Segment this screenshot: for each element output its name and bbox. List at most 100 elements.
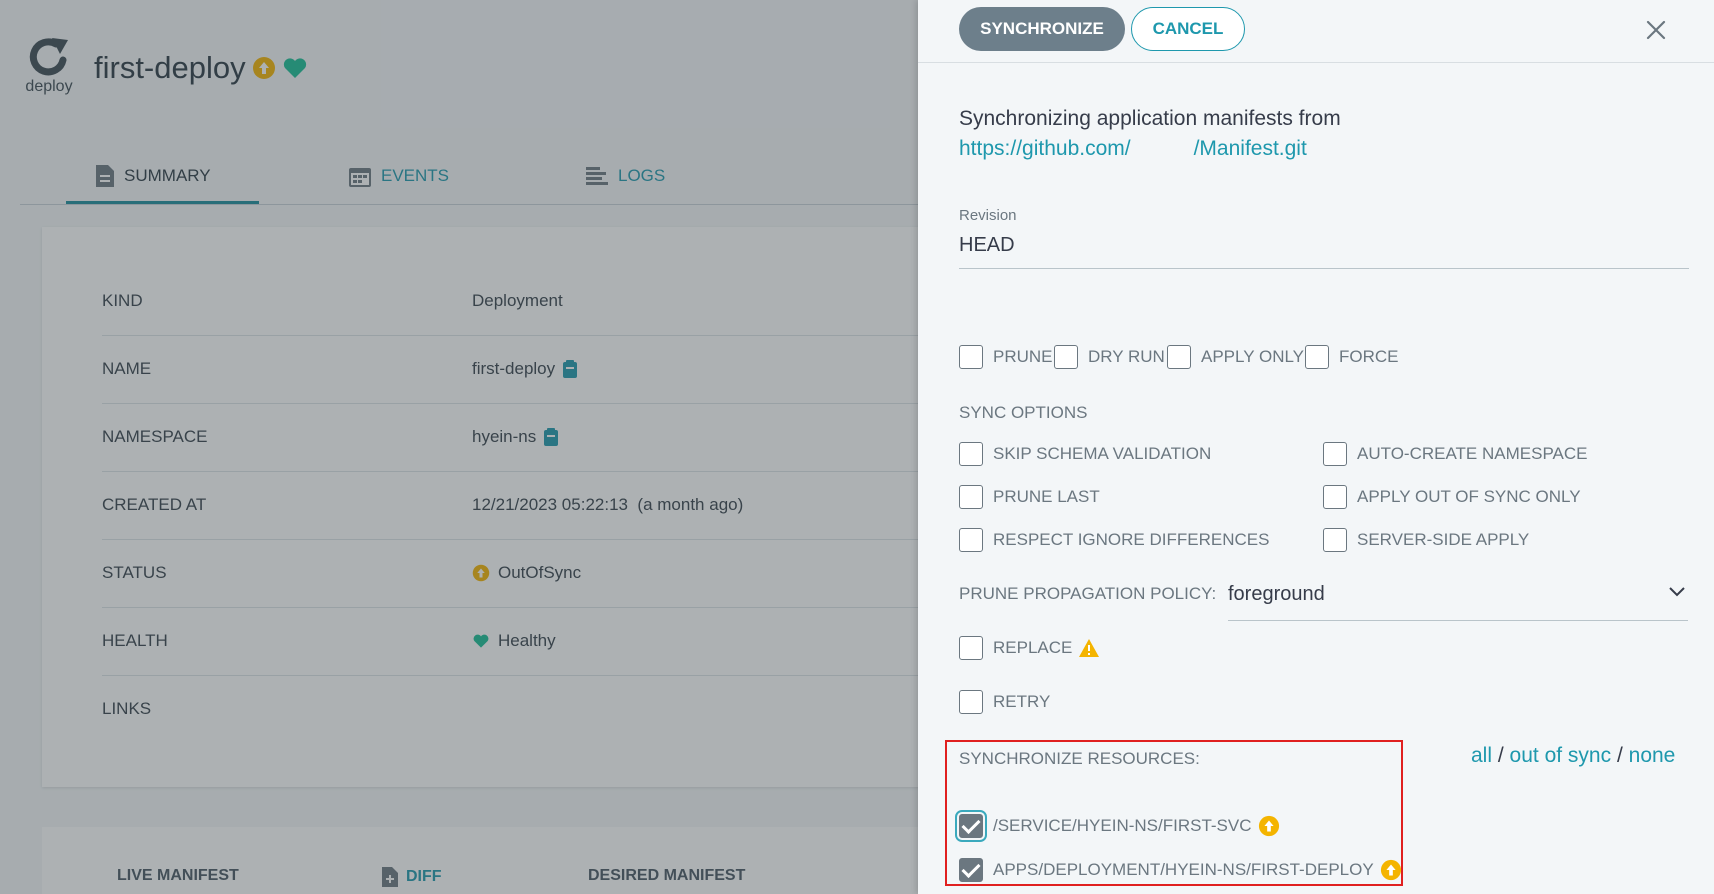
revision-value: HEAD bbox=[959, 234, 1015, 256]
warning-icon bbox=[1079, 639, 1100, 657]
sync-option-respect-ignore-differences[interactable]: RESPECT IGNORE DIFFERENCES bbox=[959, 528, 1269, 552]
tab-label: DIFF bbox=[406, 868, 442, 885]
row-key: LINKS bbox=[102, 699, 152, 718]
row-value: hyein-ns bbox=[472, 427, 537, 446]
apply-only-checkbox[interactable] bbox=[1167, 345, 1191, 369]
row-value: first-deploy bbox=[472, 359, 556, 378]
option-label: APPLY ONLY bbox=[1201, 347, 1304, 366]
sync-options-heading: SYNC OPTIONS bbox=[959, 403, 1088, 422]
option-label: SKIP SCHEMA VALIDATION bbox=[993, 444, 1212, 463]
force-checkbox[interactable] bbox=[1305, 345, 1329, 369]
sync-intro-text: Synchronizing application manifests from bbox=[959, 107, 1341, 130]
summary-row-health: HEALTH Healthy bbox=[102, 607, 918, 676]
checkbox[interactable] bbox=[1323, 485, 1347, 509]
sync-option-auto-create-namespace[interactable]: AUTO-CREATE NAMESPACE bbox=[1323, 442, 1587, 466]
tab-events[interactable]: EVENTS bbox=[349, 150, 449, 202]
option-label: PRUNE bbox=[993, 347, 1053, 366]
row-key: KIND bbox=[102, 291, 143, 310]
synchronize-button[interactable]: SYNCHRONIZE bbox=[959, 7, 1125, 51]
out-of-sync-icon bbox=[472, 564, 490, 582]
summary-row-name: NAME first-deploy bbox=[102, 335, 918, 404]
clipboard-icon[interactable] bbox=[544, 428, 559, 446]
prune-checkbox[interactable] bbox=[959, 345, 983, 369]
repo-url-line: https://github.com/ /Manifest.git bbox=[959, 137, 1307, 161]
tab-logs[interactable]: LOGS bbox=[586, 150, 665, 202]
row-key: CREATED AT bbox=[102, 495, 207, 514]
sync-option-server-side-apply[interactable]: SERVER-SIDE APPLY bbox=[1323, 528, 1529, 552]
out-of-sync-icon bbox=[1380, 859, 1401, 881]
row-key: STATUS bbox=[102, 563, 167, 582]
separator: / bbox=[1497, 744, 1504, 767]
option-dry-run[interactable]: DRY RUN bbox=[1054, 345, 1165, 369]
revision-label: Revision bbox=[959, 207, 1017, 224]
select-out-of-sync-link[interactable]: out of sync bbox=[1510, 744, 1612, 767]
select-all-link[interactable]: all bbox=[1471, 744, 1492, 767]
tab-summary[interactable]: SUMMARY bbox=[66, 150, 259, 204]
out-of-sync-icon bbox=[252, 57, 275, 79]
tab-diff[interactable]: DIFF bbox=[382, 867, 442, 887]
row-value-wrap: first-deploy bbox=[472, 359, 578, 379]
healthy-heart-icon bbox=[473, 634, 489, 648]
option-label: REPLACE bbox=[993, 638, 1073, 657]
row-value: OutOfSync bbox=[498, 563, 582, 582]
select-none-link[interactable]: none bbox=[1629, 744, 1676, 767]
prune-policy-select[interactable]: foreground bbox=[1228, 568, 1688, 621]
option-label: RESPECT IGNORE DIFFERENCES bbox=[993, 530, 1270, 549]
replace-checkbox[interactable] bbox=[959, 636, 983, 660]
out-of-sync-icon bbox=[1258, 815, 1279, 837]
tab-label: LOGS bbox=[618, 166, 666, 185]
resource-item[interactable]: APPS/DEPLOYMENT/HYEIN-NS/FIRST-DEPLOY bbox=[959, 858, 1402, 882]
close-icon[interactable] bbox=[1642, 16, 1670, 44]
separator: / bbox=[1616, 744, 1623, 767]
manifest-card: LIVE MANIFEST DIFF DESIRED MANIFEST bbox=[42, 827, 918, 894]
option-label: PRUNE LAST bbox=[993, 487, 1100, 506]
checkbox[interactable] bbox=[959, 442, 983, 466]
app-details-page: deploy first-deploy SUMMARY EVENTS LOGS … bbox=[0, 0, 918, 894]
option-prune[interactable]: PRUNE bbox=[959, 345, 1053, 369]
option-apply-only[interactable]: APPLY ONLY bbox=[1167, 345, 1304, 369]
sync-option-skip-schema-validation[interactable]: SKIP SCHEMA VALIDATION bbox=[959, 442, 1211, 466]
revision-input[interactable]: HEAD bbox=[959, 226, 1689, 269]
panel-toolbar: SYNCHRONIZE CANCEL bbox=[918, 0, 1714, 63]
sync-option-prune-last[interactable]: PRUNE LAST bbox=[959, 485, 1100, 509]
app-name: first-deploy bbox=[94, 50, 246, 85]
clipboard-icon[interactable] bbox=[563, 360, 578, 378]
summary-row-status: STATUS OutOfSync bbox=[102, 539, 918, 608]
checkbox[interactable] bbox=[959, 485, 983, 509]
sync-option-apply-out-of-sync-only[interactable]: APPLY OUT OF SYNC ONLY bbox=[1323, 485, 1581, 509]
repo-url-link-end[interactable]: /Manifest.git bbox=[1194, 137, 1307, 160]
resource-label: APPS/DEPLOYMENT/HYEIN-NS/FIRST-DEPLOY bbox=[993, 860, 1374, 879]
tab-label: EVENTS bbox=[381, 166, 450, 185]
lines-icon bbox=[586, 167, 608, 185]
tab-label: DESIRED MANIFEST bbox=[588, 867, 746, 884]
tab-live-manifest[interactable]: LIVE MANIFEST bbox=[117, 867, 239, 885]
checkbox[interactable] bbox=[1323, 442, 1347, 466]
repo-url-link-start[interactable]: https://github.com/ bbox=[959, 137, 1131, 160]
resource-item[interactable]: /SERVICE/HYEIN-NS/FIRST-SVC bbox=[955, 810, 1280, 842]
option-force[interactable]: FORCE bbox=[1305, 345, 1399, 369]
healthy-heart-icon bbox=[283, 58, 306, 78]
resource-selectors: all / out of sync / none bbox=[1471, 744, 1675, 768]
file-diff-icon bbox=[382, 867, 398, 887]
cancel-button[interactable]: CANCEL bbox=[1131, 7, 1245, 51]
option-replace[interactable]: REPLACE bbox=[959, 636, 1100, 660]
checkbox[interactable] bbox=[1323, 528, 1347, 552]
option-label: SERVER-SIDE APPLY bbox=[1357, 530, 1530, 549]
calendar-icon bbox=[349, 168, 371, 187]
dry-run-checkbox[interactable] bbox=[1054, 345, 1078, 369]
resource-checkbox[interactable] bbox=[959, 858, 983, 882]
option-label: FORCE bbox=[1339, 347, 1399, 366]
sync-panel: SYNCHRONIZE CANCEL Synchronizing applica… bbox=[918, 0, 1714, 894]
resource-checkbox[interactable] bbox=[955, 810, 987, 842]
row-value-wrap: Healthy bbox=[472, 631, 556, 651]
checkbox[interactable] bbox=[959, 528, 983, 552]
document-icon bbox=[96, 165, 114, 187]
refresh-icon bbox=[29, 38, 68, 76]
retry-checkbox[interactable] bbox=[959, 690, 983, 714]
option-retry[interactable]: RETRY bbox=[959, 690, 1050, 714]
row-value: Deployment bbox=[472, 291, 563, 310]
tab-desired-manifest[interactable]: DESIRED MANIFEST bbox=[588, 867, 745, 885]
row-value-wrap: OutOfSync bbox=[472, 563, 581, 583]
prune-policy-label: PRUNE PROPAGATION POLICY: bbox=[959, 584, 1217, 603]
resource-label: /SERVICE/HYEIN-NS/FIRST-SVC bbox=[993, 816, 1252, 835]
